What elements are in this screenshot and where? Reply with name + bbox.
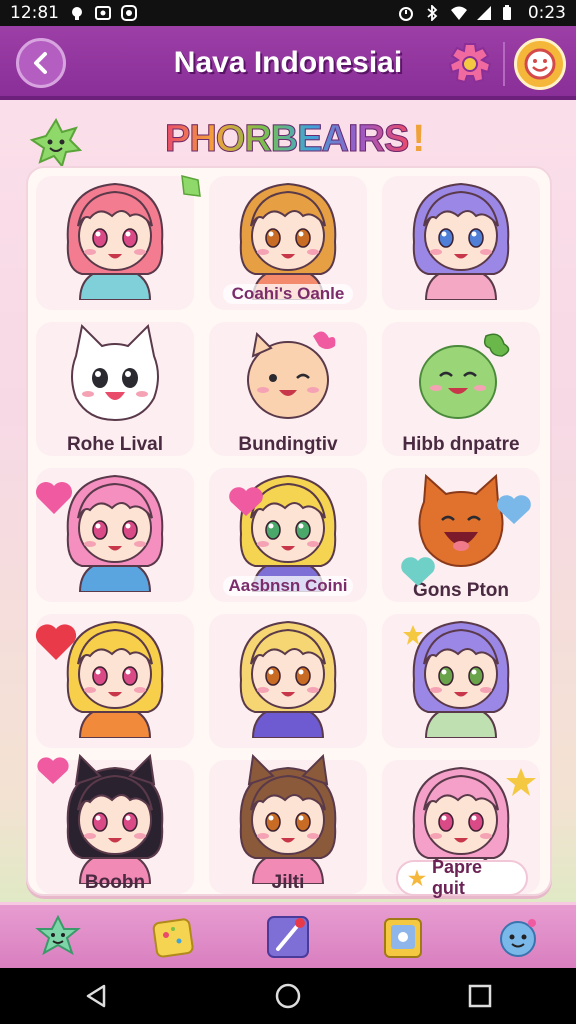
back-triangle-icon[interactable] bbox=[82, 982, 110, 1010]
character-name: Hibb dnpatre bbox=[402, 434, 520, 455]
character-card[interactable]: Aasbnsn Coini bbox=[203, 462, 373, 608]
settings-button[interactable] bbox=[444, 38, 496, 90]
bluetooth-icon bbox=[424, 3, 440, 23]
bottom-nav bbox=[0, 902, 576, 968]
heart-icon bbox=[36, 482, 72, 514]
character-avatar bbox=[412, 182, 510, 300]
character-name: Rohe Lival bbox=[66, 434, 164, 455]
character-avatar bbox=[239, 754, 337, 884]
character-card[interactable] bbox=[376, 170, 546, 316]
heart-icon bbox=[497, 495, 531, 524]
appbar-divider bbox=[503, 42, 505, 86]
character-avatar bbox=[66, 182, 164, 300]
character-avatar bbox=[419, 333, 510, 419]
character-card[interactable]: Hibb dnpatre bbox=[376, 316, 546, 462]
heart-icon bbox=[37, 757, 69, 784]
nav-item-draw[interactable] bbox=[262, 911, 314, 963]
character-card[interactable]: Rohe Lival bbox=[30, 316, 200, 462]
character-card[interactable]: Coahi's Oanle bbox=[203, 170, 373, 316]
status-bar: 12:81 0:23 bbox=[0, 0, 576, 26]
character-name: Jilti bbox=[271, 872, 305, 893]
recents-square-icon[interactable] bbox=[466, 982, 494, 1010]
status-time: 12:81 bbox=[10, 3, 59, 23]
star-friend-icon bbox=[34, 914, 81, 955]
wifi-icon bbox=[450, 5, 467, 21]
sparkle-icon bbox=[181, 175, 201, 197]
profile-button[interactable] bbox=[514, 38, 566, 90]
brush-icon bbox=[266, 915, 309, 958]
mascot-icon bbox=[29, 117, 83, 169]
buddy-icon bbox=[500, 918, 537, 957]
bonus-badge[interactable]: ★ Papre guit bbox=[396, 857, 528, 898]
smiley-icon bbox=[524, 48, 556, 80]
character-name: Boobn bbox=[84, 872, 146, 893]
character-card[interactable]: Bundingtiv bbox=[203, 316, 373, 462]
home-circle-icon[interactable] bbox=[274, 982, 302, 1010]
character-avatar bbox=[71, 323, 159, 422]
gear-icon bbox=[448, 43, 492, 84]
frame-icon bbox=[384, 917, 423, 958]
nav-item-stickers[interactable] bbox=[147, 911, 199, 963]
badge-label: Papre guit bbox=[431, 857, 482, 898]
heart-icon bbox=[35, 624, 77, 660]
nav-item-friends[interactable] bbox=[32, 911, 84, 963]
character-name: Aasbnsn Coini bbox=[223, 576, 353, 596]
image-icon bbox=[95, 5, 111, 21]
character-avatar bbox=[239, 474, 337, 592]
star-icon bbox=[403, 625, 423, 645]
heart-icon bbox=[229, 487, 263, 516]
star-icon bbox=[506, 768, 536, 796]
character-card[interactable]: Jilti bbox=[203, 754, 373, 900]
sticker-icon bbox=[152, 917, 194, 958]
character-avatar bbox=[239, 620, 337, 738]
header-banner: PHORBEAIRS ! bbox=[160, 112, 430, 166]
character-card[interactable] bbox=[203, 608, 373, 754]
heart-icon bbox=[401, 557, 435, 586]
star-icon: ★ bbox=[408, 867, 426, 890]
alarm-icon bbox=[398, 5, 414, 21]
nav-item-frames[interactable] bbox=[377, 911, 429, 963]
signal-icon bbox=[476, 5, 492, 21]
banner-title: PHORBEAIRS bbox=[164, 117, 409, 160]
banner-exclaim: ! bbox=[412, 117, 426, 160]
app-bar: Nava Indonesiai bbox=[0, 26, 576, 100]
character-card[interactable] bbox=[30, 170, 200, 316]
system-nav-bar bbox=[0, 968, 576, 1024]
character-avatar bbox=[239, 182, 337, 300]
notification-icon bbox=[69, 5, 85, 21]
nav-item-buddy[interactable] bbox=[492, 911, 544, 963]
character-name: Bundingtiv bbox=[238, 434, 338, 455]
character-name: Coahi's Oanle bbox=[223, 284, 353, 304]
battery-icon bbox=[502, 5, 518, 21]
app-icon bbox=[121, 5, 137, 21]
character-avatar bbox=[247, 331, 336, 419]
status-time-right: 0:23 bbox=[527, 3, 566, 23]
